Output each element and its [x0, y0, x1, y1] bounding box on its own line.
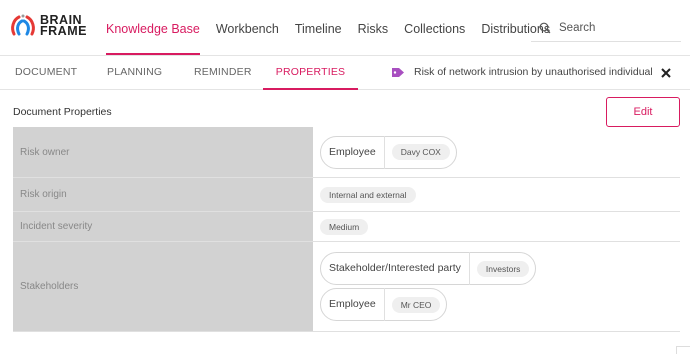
section-title: Document Properties: [13, 106, 112, 118]
property-row: Risk owner Employee Davy COX: [13, 127, 680, 178]
property-value: Medium: [313, 212, 680, 241]
role-label: Employee: [321, 135, 385, 169]
tab-document[interactable]: DOCUMENT: [15, 56, 77, 88]
nav-item-collections[interactable]: Collections: [396, 0, 473, 56]
person-pill[interactable]: Employee Mr CEO: [320, 288, 448, 321]
value-chip: Davy COX: [391, 144, 450, 160]
brainframe-logo[interactable]: BRAIN FRAME: [10, 14, 87, 38]
brain-logo-icon: [11, 14, 35, 36]
properties-table: Risk owner Employee Davy COX Risk origin…: [13, 127, 680, 332]
logo-wordmark: BRAIN FRAME: [40, 13, 87, 38]
search-icon: [539, 22, 551, 33]
edit-button[interactable]: Edit: [606, 97, 680, 127]
risk-header: Risk of network intrusion by unauthorise…: [392, 56, 653, 88]
tab-properties[interactable]: PROPERTIES: [263, 56, 358, 90]
search-input[interactable]: [559, 21, 669, 34]
role-label: Stakeholder/Interested party: [321, 252, 470, 285]
property-label: Stakeholders: [13, 242, 313, 331]
search-box: [531, 14, 681, 42]
property-value: Employee Davy COX: [313, 127, 680, 177]
property-label: Risk owner: [13, 127, 313, 177]
risk-title: Risk of network intrusion by unauthorise…: [414, 66, 653, 78]
close-icon: [661, 68, 671, 78]
role-label: Employee: [321, 288, 385, 321]
property-label: Risk origin: [13, 178, 313, 211]
top-navigation-bar: BRAIN FRAME Knowledge Base Workbench Tim…: [0, 0, 690, 56]
property-row: Stakeholders Stakeholder/Interested part…: [13, 242, 680, 332]
main-nav: Knowledge Base Workbench Timeline Risks …: [98, 0, 558, 56]
nav-item-workbench[interactable]: Workbench: [208, 0, 287, 56]
property-label: Incident severity: [13, 212, 313, 241]
stakeholder-pill[interactable]: Stakeholder/Interested party Investors: [320, 252, 537, 285]
property-value: Stakeholder/Interested party Investors E…: [313, 242, 680, 331]
value-chip: Investors: [476, 260, 530, 277]
close-button[interactable]: [660, 63, 676, 81]
person-pill[interactable]: Employee Davy COX: [320, 135, 457, 169]
value-chip: Internal and external: [320, 186, 416, 203]
value-chip: Mr CEO: [391, 296, 441, 313]
property-row: Incident severity Medium: [13, 212, 680, 242]
value-chip: Medium: [320, 218, 369, 235]
property-row: Risk origin Internal and external: [13, 178, 680, 212]
window-corner: [676, 346, 690, 354]
nav-item-timeline[interactable]: Timeline: [287, 0, 350, 56]
tab-planning[interactable]: PLANNING: [107, 56, 162, 88]
tag-icon: [392, 67, 404, 77]
property-value: Internal and external: [313, 178, 680, 211]
tab-reminder[interactable]: REMINDER: [194, 56, 251, 88]
nav-item-risks[interactable]: Risks: [350, 0, 397, 56]
nav-item-knowledge-base[interactable]: Knowledge Base: [98, 0, 208, 56]
